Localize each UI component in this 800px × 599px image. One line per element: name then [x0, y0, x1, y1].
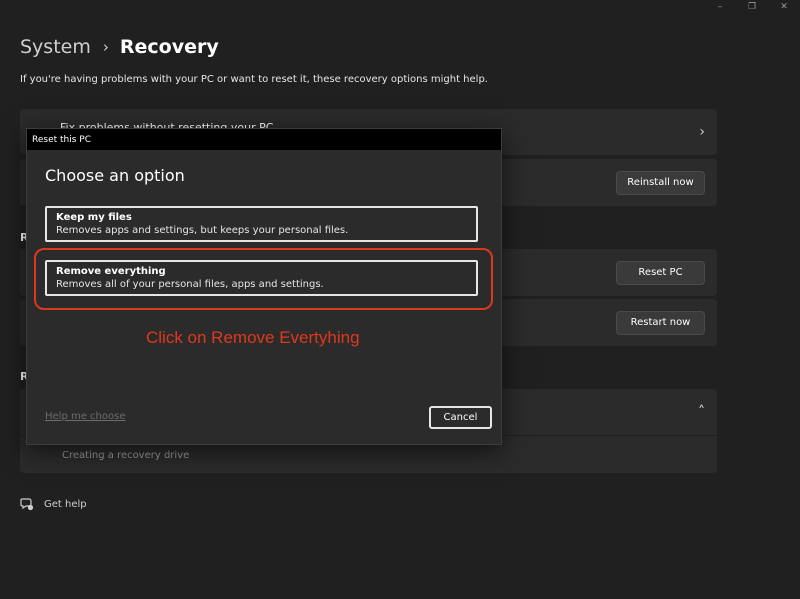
- close-icon: ✕: [780, 2, 788, 12]
- chevron-up-icon: ˄: [698, 404, 705, 420]
- cancel-button[interactable]: Cancel: [429, 406, 492, 429]
- option-title: Remove everything: [56, 266, 166, 277]
- option-title: Keep my files: [56, 212, 132, 223]
- breadcrumb: System › Recovery: [20, 36, 219, 58]
- option-description: Removes all of your personal files, apps…: [56, 279, 324, 290]
- help-me-choose-link[interactable]: Help me choose: [45, 411, 125, 422]
- restart-now-button[interactable]: Restart now: [616, 310, 705, 335]
- chevron-right-icon: ›: [102, 38, 109, 56]
- breadcrumb-system[interactable]: System: [20, 36, 91, 58]
- reset-pc-dialog: Reset this PC Choose an option Keep my f…: [26, 128, 502, 445]
- dialog-titlebar: Reset this PC: [27, 129, 501, 150]
- page-subtitle: If you're having problems with your PC o…: [20, 74, 488, 85]
- maximize-button[interactable]: ❐: [736, 0, 768, 14]
- dialog-title: Reset this PC: [32, 134, 91, 145]
- reset-pc-button[interactable]: Reset PC: [616, 260, 705, 285]
- dialog-heading: Choose an option: [45, 166, 185, 185]
- maximize-icon: ❐: [747, 2, 757, 12]
- chevron-right-icon: ›: [699, 124, 705, 140]
- reinstall-now-button[interactable]: Reinstall now: [616, 170, 705, 195]
- page-title: Recovery: [119, 36, 219, 58]
- close-button[interactable]: ✕: [768, 0, 800, 14]
- option-description: Removes apps and settings, but keeps you…: [56, 225, 349, 236]
- keep-my-files-option[interactable]: Keep my files Removes apps and settings,…: [45, 206, 478, 242]
- get-help-label: Get help: [44, 498, 87, 510]
- recovery-drive-link[interactable]: Creating a recovery drive: [62, 450, 189, 461]
- chat-help-icon: [20, 497, 34, 511]
- remove-everything-option[interactable]: Remove everything Removes all of your pe…: [45, 260, 478, 296]
- annotation-text: Click on Remove Evertyhing: [146, 328, 360, 347]
- minimize-button[interactable]: –: [704, 0, 736, 14]
- window-controls: – ❐ ✕: [704, 0, 800, 14]
- get-help-link[interactable]: Get help: [20, 497, 87, 511]
- minimize-icon: –: [717, 2, 723, 12]
